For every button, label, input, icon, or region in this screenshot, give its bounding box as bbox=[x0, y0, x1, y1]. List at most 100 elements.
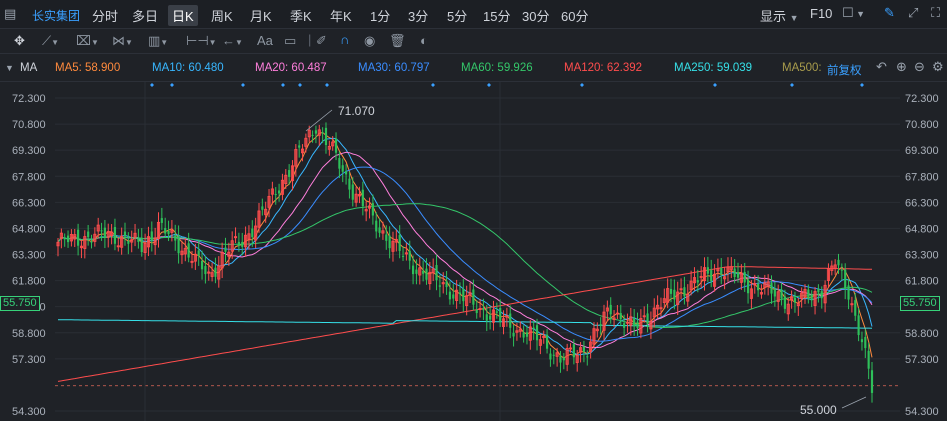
tab-weekly-k[interactable]: 周K bbox=[211, 6, 233, 25]
undo-icon[interactable]: ↶ bbox=[876, 59, 887, 75]
arrow-tool-icon[interactable]: ←▼ bbox=[222, 33, 243, 48]
remove-icon[interactable]: ⊖ bbox=[914, 59, 925, 75]
tab-30min[interactable]: 30分 bbox=[522, 6, 549, 25]
candle-body bbox=[341, 165, 344, 172]
tab-quarterly-k[interactable]: 季K bbox=[290, 6, 312, 25]
collapse-arrow-icon[interactable]: ▼ bbox=[5, 63, 14, 73]
candle-body bbox=[844, 269, 847, 289]
crosshair-icon[interactable]: ✥ bbox=[14, 33, 25, 49]
settings-icon[interactable]: ⚙ bbox=[932, 59, 944, 75]
line-tool-icon[interactable]: ⟋▼ bbox=[42, 33, 59, 49]
drawing-toolbar: ✥ ⟋▼ ⌧▼ ⋈▼ ▥▼ ⊢⊣▼ ←▼ Aa ▭ | ✐ ∩ ◉ 🗑 ◐ bbox=[0, 29, 947, 54]
candle-body bbox=[214, 267, 217, 277]
tab-intraday[interactable]: 分时 bbox=[92, 6, 118, 25]
candle-body bbox=[636, 321, 639, 329]
tab-5min[interactable]: 5分 bbox=[447, 6, 467, 25]
tab-yearly-k[interactable]: 年K bbox=[330, 6, 352, 25]
top-bar: ▤ 长实集团 分时 多日 日K 周K 月K 季K 年K 1分 3分 5分 15分… bbox=[0, 0, 947, 29]
candle-body bbox=[535, 325, 539, 341]
y-tick-label-right: 54.300 bbox=[905, 406, 939, 418]
expand-icon[interactable]: ⤢ bbox=[908, 5, 918, 21]
candle-body bbox=[499, 308, 502, 322]
y-tick-label-right: 66.300 bbox=[905, 197, 939, 209]
candle-body bbox=[160, 218, 163, 223]
display-dropdown[interactable]: 显示 ▼ bbox=[760, 6, 799, 25]
measure-tool-icon[interactable]: ⊢⊣▼ bbox=[186, 33, 217, 49]
candle-body bbox=[525, 332, 529, 337]
candle-body bbox=[321, 132, 324, 134]
y-tick-label-right: 70.800 bbox=[905, 119, 939, 131]
tab-monthly-k[interactable]: 月K bbox=[250, 6, 272, 25]
collapse-icon[interactable]: ▤ bbox=[4, 6, 16, 22]
ma120-value: MA120: 62.392 bbox=[564, 62, 643, 74]
y-axis-labels: 72.300 72.300 70.800 70.800 69.300 69.300 67.8… bbox=[12, 93, 939, 418]
candle-body bbox=[783, 296, 786, 309]
candle-body bbox=[425, 268, 428, 280]
tab-3min[interactable]: 3分 bbox=[408, 6, 428, 25]
candle-body bbox=[860, 339, 864, 343]
fullscreen-icon[interactable]: ⛶ bbox=[931, 5, 940, 21]
candle-body bbox=[623, 323, 626, 328]
tab-multiday[interactable]: 多日 bbox=[132, 6, 158, 25]
candle-body bbox=[586, 356, 589, 358]
low-price-label: 55.000 bbox=[800, 403, 837, 417]
f10-button[interactable]: F10 bbox=[810, 6, 832, 21]
ma60-line bbox=[57, 203, 873, 328]
candle-body bbox=[251, 228, 254, 238]
candle-body bbox=[113, 227, 117, 244]
candle-body bbox=[261, 206, 264, 210]
candle-body bbox=[864, 337, 867, 349]
ma-indicator-bar: ▼ MA MA5: 58.900 MA10: 60.480 MA20: 60.4… bbox=[0, 54, 947, 82]
candle-body bbox=[472, 289, 475, 305]
low-annotation: 55.000 bbox=[800, 396, 867, 417]
brush-icon[interactable]: ✐ bbox=[316, 33, 327, 49]
trash-icon[interactable]: 🗑 bbox=[389, 33, 406, 49]
tab-15min[interactable]: 15分 bbox=[483, 6, 510, 25]
candle-body bbox=[398, 234, 401, 251]
event-marker-icon bbox=[325, 83, 329, 87]
candle-body bbox=[462, 289, 465, 302]
y-tick-label-right: 64.800 bbox=[905, 223, 939, 235]
ma60-value: MA60: 59.926 bbox=[461, 62, 533, 74]
candle-body bbox=[559, 355, 562, 363]
fib-tool-icon[interactable]: ▥▼ bbox=[148, 33, 168, 49]
channel-tool-icon[interactable]: ⌧▼ bbox=[76, 33, 99, 49]
candle-body bbox=[411, 265, 415, 275]
tab-60min[interactable]: 60分 bbox=[561, 6, 588, 25]
candle-body bbox=[311, 134, 314, 136]
candle-body bbox=[127, 241, 130, 244]
checkbox-dropdown[interactable]: ☐ ▼ bbox=[842, 5, 865, 21]
adjust-mode-button[interactable]: 前复权 bbox=[827, 62, 862, 78]
candle-body bbox=[683, 287, 686, 297]
text-tool-icon[interactable]: Aa bbox=[257, 33, 273, 48]
tab-daily-k[interactable]: 日K bbox=[168, 5, 198, 26]
stock-name[interactable]: 长实集团 bbox=[32, 7, 80, 24]
toggle-icon[interactable]: ◐ bbox=[420, 33, 428, 48]
candle-body bbox=[177, 235, 180, 254]
comment-icon[interactable]: ▭ bbox=[284, 33, 296, 49]
event-marker-icon bbox=[713, 83, 717, 87]
tab-1min[interactable]: 1分 bbox=[370, 6, 390, 25]
magnet-icon[interactable]: ∩ bbox=[340, 32, 349, 47]
candle-body bbox=[793, 297, 797, 303]
candlestick-chart[interactable]: 72.300 72.300 70.800 70.800 69.300 69.300 67.8… bbox=[0, 82, 947, 421]
y-tick-label-left: 70.800 bbox=[12, 119, 46, 131]
wave-tool-icon[interactable]: ⋈▼ bbox=[112, 33, 133, 49]
pen-icon[interactable]: ✎ bbox=[884, 5, 895, 21]
candle-body bbox=[338, 157, 341, 169]
candle-body bbox=[512, 332, 515, 337]
ma30-value: MA30: 60.797 bbox=[358, 62, 430, 74]
ma5-line bbox=[57, 131, 873, 359]
candle-body bbox=[298, 145, 301, 148]
candle-body bbox=[720, 268, 723, 275]
candle-body bbox=[123, 231, 127, 237]
candle-body bbox=[361, 189, 364, 207]
candle-body bbox=[820, 291, 823, 299]
candle-body bbox=[743, 272, 746, 283]
current-price-left: 55.750 bbox=[0, 296, 40, 311]
chevron-down-icon: ▼ bbox=[789, 13, 799, 23]
add-icon[interactable]: ⊕ bbox=[896, 59, 907, 75]
candle-body bbox=[174, 235, 177, 241]
y-tick-label-left: 67.800 bbox=[12, 171, 46, 183]
eye-icon[interactable]: ◉ bbox=[364, 33, 375, 49]
